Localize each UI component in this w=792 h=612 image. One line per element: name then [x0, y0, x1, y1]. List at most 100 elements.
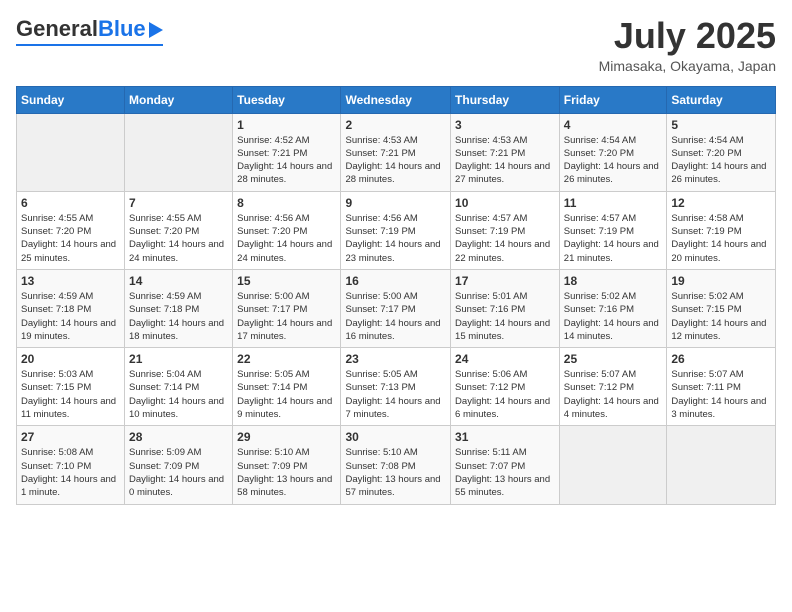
day-info: Sunrise: 4:54 AM Sunset: 7:20 PM Dayligh…: [564, 134, 663, 187]
calendar-cell: 31 Sunrise: 5:11 AM Sunset: 7:07 PM Dayli…: [451, 426, 560, 504]
day-number: 7: [129, 196, 228, 210]
day-number: 27: [21, 430, 120, 444]
day-info: Sunrise: 4:53 AM Sunset: 7:21 PM Dayligh…: [345, 134, 446, 187]
calendar-cell: [125, 113, 233, 191]
calendar-cell: 30Sunrise: 5:10 AM Sunset: 7:08 PM Dayli…: [341, 426, 451, 504]
day-number: 2: [345, 118, 446, 132]
day-number: 31: [455, 430, 555, 444]
day-number: 19: [671, 274, 771, 288]
day-of-week-header: Wednesday: [341, 86, 451, 113]
day-info: Sunrise: 5:10 AM Sunset: 7:08 PM Dayligh…: [345, 446, 446, 499]
day-info: Sunrise: 5:06 AM Sunset: 7:12 PM Dayligh…: [455, 368, 555, 421]
calendar-cell: 28Sunrise: 5:09 AM Sunset: 7:09 PM Dayli…: [125, 426, 233, 504]
day-number: 5: [671, 118, 771, 132]
day-info: Sunrise: 5:02 AM Sunset: 7:15 PM Dayligh…: [671, 290, 771, 343]
day-number: 29: [237, 430, 336, 444]
day-number: 10: [455, 196, 555, 210]
calendar-week-row: 20 Sunrise: 5:03 AM Sunset: 7:15 PM Dayli…: [17, 348, 776, 426]
day-of-week-header: Thursday: [451, 86, 560, 113]
calendar-cell: 6 Sunrise: 4:55 AM Sunset: 7:20 PM Daylig…: [17, 191, 125, 269]
calendar-cell: 23 Sunrise: 5:05 AM Sunset: 7:13 PM Dayli…: [341, 348, 451, 426]
day-number: 17: [455, 274, 555, 288]
day-info: Sunrise: 5:03 AM Sunset: 7:15 PM Dayligh…: [21, 368, 120, 421]
calendar-cell: 4 Sunrise: 4:54 AM Sunset: 7:20 PM Daylig…: [559, 113, 667, 191]
day-number: 23: [345, 352, 446, 366]
day-number: 4: [564, 118, 663, 132]
location-text: Mimasaka, Okayama, Japan: [599, 58, 776, 74]
calendar-table: SundayMondayTuesdayWednesdayThursdayFrid…: [16, 86, 776, 505]
calendar-cell: 14Sunrise: 4:59 AM Sunset: 7:18 PM Dayli…: [125, 269, 233, 347]
day-number: 18: [564, 274, 663, 288]
day-of-week-header: Friday: [559, 86, 667, 113]
day-info: Sunrise: 4:53 AM Sunset: 7:21 PM Dayligh…: [455, 134, 555, 187]
day-of-week-header: Monday: [125, 86, 233, 113]
day-number: 8: [237, 196, 336, 210]
day-of-week-header: Saturday: [667, 86, 776, 113]
calendar-body: 1 Sunrise: 4:52 AM Sunset: 7:21 PM Daylig…: [17, 113, 776, 504]
day-number: 9: [345, 196, 446, 210]
day-info: Sunrise: 5:07 AM Sunset: 7:12 PM Dayligh…: [564, 368, 663, 421]
calendar-cell: 11 Sunrise: 4:57 AM Sunset: 7:19 PM Dayli…: [559, 191, 667, 269]
day-info: Sunrise: 4:54 AM Sunset: 7:20 PM Dayligh…: [671, 134, 771, 187]
day-info: Sunrise: 4:59 AM Sunset: 7:18 PM Dayligh…: [129, 290, 228, 343]
day-number: 16: [345, 274, 446, 288]
day-info: Sunrise: 4:58 AM Sunset: 7:19 PM Dayligh…: [671, 212, 771, 265]
day-number: 22: [237, 352, 336, 366]
day-info: Sunrise: 4:57 AM Sunset: 7:19 PM Dayligh…: [455, 212, 555, 265]
calendar-cell: 19 Sunrise: 5:02 AM Sunset: 7:15 PM Dayli…: [667, 269, 776, 347]
calendar-cell: 3 Sunrise: 4:53 AM Sunset: 7:21 PM Daylig…: [451, 113, 560, 191]
calendar-cell: 15 Sunrise: 5:00 AM Sunset: 7:17 PM Dayli…: [233, 269, 341, 347]
title-area: July 2025 Mimasaka, Okayama, Japan: [599, 16, 776, 74]
logo: General Blue: [16, 16, 163, 46]
day-info: Sunrise: 5:07 AM Sunset: 7:11 PM Dayligh…: [671, 368, 771, 421]
day-info: Sunrise: 5:08 AM Sunset: 7:10 PM Dayligh…: [21, 446, 120, 499]
day-number: 12: [671, 196, 771, 210]
logo-general-text: General: [16, 16, 98, 42]
calendar-cell: [559, 426, 667, 504]
day-number: 6: [21, 196, 120, 210]
calendar-cell: 18Sunrise: 5:02 AM Sunset: 7:16 PM Dayli…: [559, 269, 667, 347]
day-number: 15: [237, 274, 336, 288]
calendar-cell: 5 Sunrise: 4:54 AM Sunset: 7:20 PM Daylig…: [667, 113, 776, 191]
calendar-cell: 25Sunrise: 5:07 AM Sunset: 7:12 PM Dayli…: [559, 348, 667, 426]
calendar-week-row: 1 Sunrise: 4:52 AM Sunset: 7:21 PM Daylig…: [17, 113, 776, 191]
calendar-cell: 1 Sunrise: 4:52 AM Sunset: 7:21 PM Daylig…: [233, 113, 341, 191]
calendar-cell: 21 Sunrise: 5:04 AM Sunset: 7:14 PM Dayli…: [125, 348, 233, 426]
day-info: Sunrise: 5:11 AM Sunset: 7:07 PM Dayligh…: [455, 446, 555, 499]
day-info: Sunrise: 5:10 AM Sunset: 7:09 PM Dayligh…: [237, 446, 336, 499]
day-info: Sunrise: 4:52 AM Sunset: 7:21 PM Dayligh…: [237, 134, 336, 187]
calendar-cell: 12 Sunrise: 4:58 AM Sunset: 7:19 PM Dayli…: [667, 191, 776, 269]
calendar-cell: 27 Sunrise: 5:08 AM Sunset: 7:10 PM Dayli…: [17, 426, 125, 504]
month-title: July 2025: [599, 16, 776, 56]
day-number: 28: [129, 430, 228, 444]
calendar-cell: 13 Sunrise: 4:59 AM Sunset: 7:18 PM Dayli…: [17, 269, 125, 347]
page-header: General Blue July 2025 Mimasaka, Okayama…: [16, 16, 776, 74]
day-info: Sunrise: 4:59 AM Sunset: 7:18 PM Dayligh…: [21, 290, 120, 343]
day-info: Sunrise: 5:04 AM Sunset: 7:14 PM Dayligh…: [129, 368, 228, 421]
calendar-cell: 17 Sunrise: 5:01 AM Sunset: 7:16 PM Dayli…: [451, 269, 560, 347]
calendar-cell: 2 Sunrise: 4:53 AM Sunset: 7:21 PM Daylig…: [341, 113, 451, 191]
day-number: 1: [237, 118, 336, 132]
day-info: Sunrise: 4:55 AM Sunset: 7:20 PM Dayligh…: [21, 212, 120, 265]
day-number: 20: [21, 352, 120, 366]
day-number: 3: [455, 118, 555, 132]
day-number: 11: [564, 196, 663, 210]
day-info: Sunrise: 5:00 AM Sunset: 7:17 PM Dayligh…: [237, 290, 336, 343]
calendar-cell: 24Sunrise: 5:06 AM Sunset: 7:12 PM Dayli…: [451, 348, 560, 426]
calendar-cell: 16Sunrise: 5:00 AM Sunset: 7:17 PM Dayli…: [341, 269, 451, 347]
day-info: Sunrise: 5:01 AM Sunset: 7:16 PM Dayligh…: [455, 290, 555, 343]
calendar-cell: 20 Sunrise: 5:03 AM Sunset: 7:15 PM Dayli…: [17, 348, 125, 426]
calendar-cell: 22 Sunrise: 5:05 AM Sunset: 7:14 PM Dayli…: [233, 348, 341, 426]
calendar-header: SundayMondayTuesdayWednesdayThursdayFrid…: [17, 86, 776, 113]
day-number: 13: [21, 274, 120, 288]
logo-blue-text: Blue: [98, 16, 146, 42]
day-info: Sunrise: 5:05 AM Sunset: 7:14 PM Dayligh…: [237, 368, 336, 421]
calendar-cell: 26Sunrise: 5:07 AM Sunset: 7:11 PM Dayli…: [667, 348, 776, 426]
day-number: 21: [129, 352, 228, 366]
day-info: Sunrise: 5:05 AM Sunset: 7:13 PM Dayligh…: [345, 368, 446, 421]
header-row: SundayMondayTuesdayWednesdayThursdayFrid…: [17, 86, 776, 113]
logo-arrow-icon: [149, 22, 163, 38]
calendar-cell: 8Sunrise: 4:56 AM Sunset: 7:20 PM Daylig…: [233, 191, 341, 269]
day-info: Sunrise: 4:57 AM Sunset: 7:19 PM Dayligh…: [564, 212, 663, 265]
day-info: Sunrise: 4:55 AM Sunset: 7:20 PM Dayligh…: [129, 212, 228, 265]
